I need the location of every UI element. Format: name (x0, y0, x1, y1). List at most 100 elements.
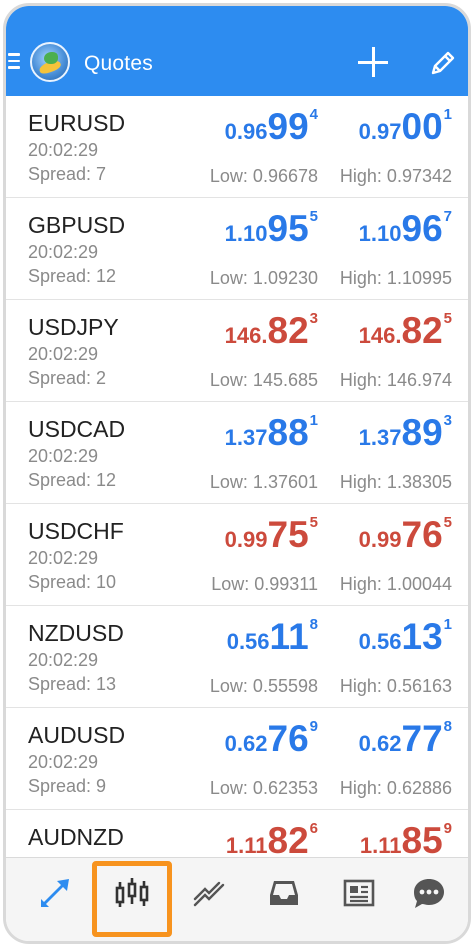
low-value: Low: 1.37601 (209, 472, 318, 492)
ask-price-pip: 1 (443, 106, 452, 123)
ask-price: 0.62778 (359, 718, 452, 760)
low-value: Low: 0.99311 (211, 574, 318, 594)
bid-price-big-figures: 99 (267, 106, 309, 147)
spread-value: Spread: 9 (28, 776, 107, 796)
ask-price: 146.825 (359, 310, 452, 352)
ask-price: 1.11859 (360, 820, 452, 862)
symbol-name: EURUSD (28, 110, 126, 136)
edit-icon[interactable] (428, 48, 458, 78)
ask-price-prefix: 0.99 (358, 527, 402, 552)
add-symbol-icon[interactable] (358, 47, 388, 77)
quote-time: 20:02:29 (28, 446, 99, 466)
ask-price: 1.37893 (359, 412, 452, 454)
high-value: High: 0.62886 (339, 778, 452, 798)
symbol-name: AUDUSD (28, 722, 126, 748)
bid-price-big-figures: 76 (267, 718, 309, 759)
ask-price-big-figures: 76 (401, 514, 443, 555)
bid-price-prefix: 146. (224, 323, 268, 348)
quote-row[interactable]: USDCAD 20:02:29 Spread: 12 1.37881 1.378… (6, 402, 468, 504)
trade-icon[interactable] (186, 870, 232, 916)
ask-price-pip: 5 (443, 514, 452, 531)
ask-price-pip: 1 (443, 616, 452, 633)
bid-price: 0.96994 (225, 106, 318, 148)
bid-price-prefix: 0.62 (224, 731, 268, 756)
quote-row[interactable]: USDCHF 20:02:29 Spread: 10 0.99755 0.997… (6, 504, 468, 606)
quote-time: 20:02:29 (28, 752, 99, 772)
quote-time: 20:02:29 (28, 344, 99, 364)
spread-value: Spread: 12 (28, 266, 117, 286)
ask-price-pip: 9 (443, 820, 452, 837)
page-title: Quotes (84, 52, 153, 75)
ask-price: 0.99765 (359, 514, 452, 556)
quote-row[interactable]: USDJPY 20:02:29 Spread: 2 146.823 146.82… (6, 300, 468, 402)
bid-price-big-figures: 82 (267, 310, 309, 351)
bid-price-prefix: 0.99 (224, 527, 268, 552)
bid-price-pip: 5 (309, 208, 318, 225)
ask-price: 0.97001 (359, 106, 452, 148)
bid-price-prefix: 0.56 (226, 629, 270, 654)
highlight-box (92, 861, 172, 937)
ask-price: 0.56131 (359, 616, 452, 658)
high-value: High: 1.00044 (339, 574, 452, 594)
bid-price-big-figures: 95 (267, 208, 309, 249)
low-value: Low: 145.685 (209, 370, 318, 390)
high-value: High: 146.974 (339, 370, 452, 390)
spread-value: Spread: 13 (28, 674, 117, 694)
history-inbox-icon[interactable] (261, 870, 307, 916)
quote-time: 20:02:29 (28, 650, 99, 670)
ask-price-pip: 8 (443, 718, 452, 735)
spread-value: Spread: 10 (28, 572, 117, 592)
ask-price: 1.10967 (359, 208, 452, 250)
ask-price-big-figures: 96 (401, 208, 443, 249)
high-value: High: 1.38305 (339, 472, 452, 492)
bid-price-prefix: 1.37 (224, 425, 268, 450)
symbol-name: USDJPY (28, 314, 119, 340)
bid-price-big-figures: 75 (267, 514, 309, 555)
quote-row[interactable]: NZDUSD 20:02:29 Spread: 13 0.56118 0.561… (6, 606, 468, 708)
symbol-name: GBPUSD (28, 212, 126, 238)
bid-price-pip: 5 (309, 514, 318, 531)
app-header: Quotes (6, 6, 468, 96)
low-value: Low: 0.96678 (209, 166, 318, 186)
bid-price-pip: 6 (309, 820, 318, 837)
bid-price: 0.56118 (227, 616, 318, 658)
quote-time: 20:02:29 (28, 548, 99, 568)
quote-row[interactable]: AUDUSD 20:02:29 Spread: 9 0.62769 0.6277… (6, 708, 468, 810)
ask-price-prefix: 1.11 (359, 833, 402, 858)
quote-row[interactable]: EURUSD 20:02:29 Spread: 7 0.96994 0.9700… (6, 96, 468, 198)
symbol-name: USDCHF (28, 518, 124, 544)
bid-price-pip: 9 (309, 718, 318, 735)
high-value: High: 1.10995 (339, 268, 452, 288)
bid-price: 0.62769 (225, 718, 318, 760)
menu-icon[interactable] (8, 53, 22, 71)
bid-price-big-figures: 88 (267, 412, 309, 453)
bid-price: 1.37881 (225, 412, 318, 454)
ask-price-pip: 5 (443, 310, 452, 327)
bid-price-pip: 8 (309, 616, 318, 633)
bid-price: 0.99755 (225, 514, 318, 556)
ask-price-big-figures: 77 (401, 718, 443, 759)
chat-icon[interactable] (406, 870, 452, 916)
bid-price: 1.10955 (225, 208, 318, 250)
symbol-name: NZDUSD (28, 620, 124, 646)
ask-price-big-figures: 00 (401, 106, 443, 147)
quote-time: 20:02:29 (28, 242, 99, 262)
bid-price-prefix: 1.11 (225, 833, 268, 858)
app-logo (30, 42, 70, 82)
quotes-arrows-icon[interactable] (32, 870, 78, 916)
bid-price-pip: 1 (309, 412, 318, 429)
high-value: High: 0.56163 (339, 676, 452, 696)
bid-price-big-figures: 82 (267, 820, 309, 861)
ask-price-prefix: 0.62 (358, 731, 402, 756)
low-value: Low: 1.09230 (209, 268, 318, 288)
ask-price-big-figures: 85 (401, 820, 443, 861)
ask-price-big-figures: 82 (401, 310, 443, 351)
bid-price: 1.11826 (226, 820, 318, 862)
bid-price-pip: 4 (309, 106, 318, 123)
quote-row[interactable]: GBPUSD 20:02:29 Spread: 12 1.10955 1.109… (6, 198, 468, 300)
ask-price-prefix: 1.37 (358, 425, 402, 450)
news-icon[interactable] (336, 870, 382, 916)
low-value: Low: 0.55598 (209, 676, 318, 696)
low-value: Low: 0.62353 (209, 778, 318, 798)
bid-price-prefix: 1.10 (224, 221, 268, 246)
